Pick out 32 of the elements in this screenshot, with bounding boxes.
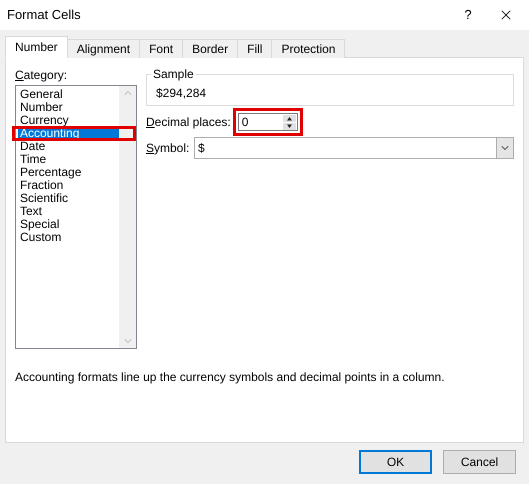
spin-up-icon[interactable] — [282, 114, 296, 122]
category-item[interactable]: Date — [18, 140, 119, 153]
tab[interactable]: Protection — [271, 39, 346, 58]
category-item[interactable]: Special — [18, 218, 119, 231]
sample-label: Sample — [151, 67, 196, 81]
tab[interactable]: Number — [5, 36, 68, 58]
sample-value: $294,284 — [156, 86, 206, 100]
category-item[interactable]: Percentage — [18, 166, 119, 179]
decimal-places-label: Decimal places: — [146, 114, 231, 131]
dialog-button[interactable]: Cancel — [443, 450, 516, 474]
category-item[interactable]: Fraction — [18, 179, 119, 192]
category-item[interactable]: Text — [18, 205, 119, 218]
dialog-button[interactable]: OK — [359, 450, 432, 474]
tab[interactable]: Font — [139, 39, 184, 58]
category-label: Category: — [15, 67, 68, 83]
tab[interactable]: Fill — [237, 39, 272, 58]
tab[interactable]: Border — [182, 39, 238, 58]
category-item[interactable]: Number — [18, 101, 119, 114]
category-item[interactable]: Currency — [18, 114, 119, 127]
spin-down-icon[interactable] — [282, 122, 296, 130]
category-item[interactable]: General — [18, 88, 119, 101]
symbol-dropdown[interactable]: $ — [194, 137, 514, 159]
symbol-label: Symbol: — [146, 140, 190, 157]
window-title: Format Cells — [7, 6, 81, 24]
help-button[interactable]: ? — [453, 0, 483, 30]
category-item[interactable]: Time — [18, 153, 119, 166]
category-item[interactable]: Scientific — [18, 192, 119, 205]
tab[interactable]: Alignment — [66, 39, 140, 58]
description-text: Accounting formats line up the currency symbols and decimal points in a column. — [15, 370, 446, 384]
decimal-places-spinner[interactable]: 0 — [238, 113, 298, 131]
category-item[interactable]: Custom — [18, 231, 119, 244]
category-list[interactable]: General Number Currency Accounting Date Time Percentage Fraction Scientific Text Special Custom — [15, 85, 137, 349]
